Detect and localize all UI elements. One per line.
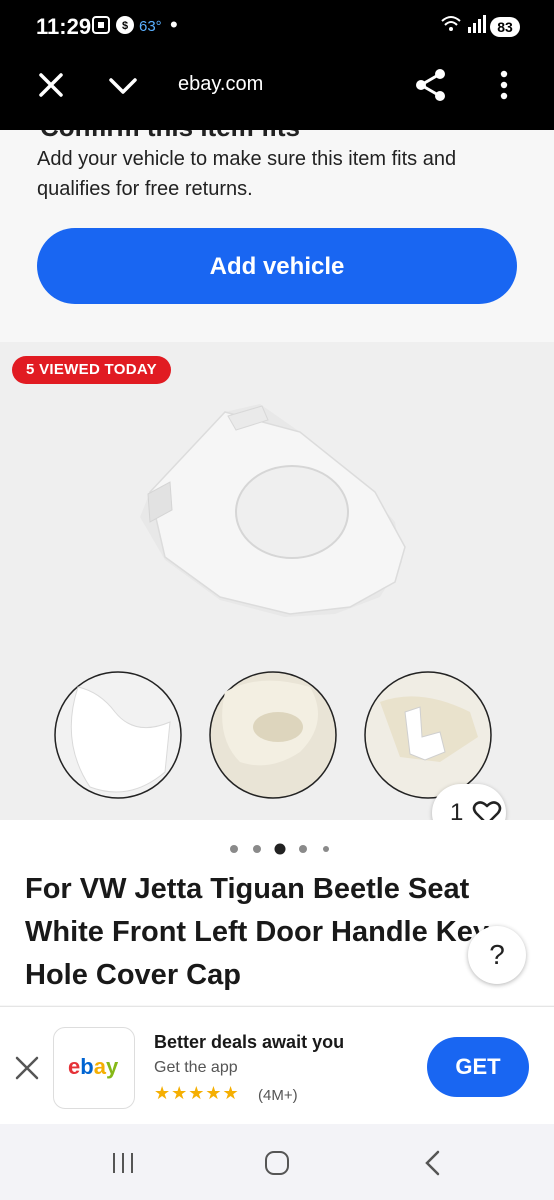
status-dot: •: [170, 12, 178, 37]
product-image-gallery[interactable]: 5 VIEWED TODAY 1: [0, 342, 554, 842]
share-icon[interactable]: [414, 68, 448, 102]
status-time: 11:29: [36, 14, 92, 39]
address-bar-url[interactable]: ebay.com: [178, 73, 263, 96]
signal-icons: [440, 14, 488, 39]
add-vehicle-button[interactable]: Add vehicle: [37, 228, 517, 304]
banner-headline: Better deals await you: [154, 1032, 345, 1052]
fitment-section: Confirm this item fits Add your vehicle …: [0, 130, 554, 340]
product-image[interactable]: [0, 342, 554, 820]
chevron-down-icon[interactable]: [108, 72, 138, 100]
status-temperature: 63°: [139, 18, 162, 35]
battery-indicator: 83: [490, 17, 520, 37]
pagination-dot[interactable]: [230, 845, 238, 853]
pagination-dot[interactable]: [323, 846, 329, 852]
product-title: For VW Jetta Tiguan Beetle Seat White Fr…: [25, 873, 489, 991]
status-notification-icons: $: [92, 14, 136, 41]
viewed-today-badge: 5 VIEWED TODAY: [12, 356, 171, 384]
home-icon[interactable]: [262, 1148, 292, 1178]
close-icon[interactable]: [36, 70, 66, 100]
recent-apps-icon[interactable]: [108, 1148, 138, 1178]
svg-text:$: $: [122, 20, 128, 32]
browser-topbar: 11:29 $ 63° • 83 ebay.com: [0, 0, 554, 130]
system-navigation-bar: [0, 1124, 554, 1200]
wifi-icon: [441, 15, 486, 33]
kebab-menu-icon[interactable]: [498, 70, 510, 100]
fitment-title: Confirm this item fits: [40, 130, 300, 143]
back-icon[interactable]: [418, 1148, 448, 1178]
ebay-logo-text: ebay: [68, 1054, 119, 1079]
get-app-button[interactable]: GET: [427, 1037, 529, 1097]
gallery-pagination-dots[interactable]: [228, 842, 338, 856]
close-icon[interactable]: [14, 1055, 40, 1081]
ebay-logo: ebay: [53, 1027, 135, 1109]
pagination-dot[interactable]: [274, 843, 286, 855]
banner-subtext: Get the app: [154, 1059, 238, 1076]
star-rating: ★★★★★: [154, 1083, 240, 1103]
pagination-dot[interactable]: [253, 845, 261, 853]
app-install-banner: ebay Better deals await you Get the app …: [0, 1006, 554, 1125]
pagination-dot[interactable]: [299, 845, 307, 853]
product-info: For VW Jetta Tiguan Beetle Seat White Fr…: [0, 820, 554, 1005]
screenshot-icon: $: [92, 16, 134, 34]
fitment-description: Add your vehicle to make sure this item …: [37, 148, 457, 200]
rating-count: (4M+): [258, 1087, 298, 1104]
help-button[interactable]: ?: [468, 926, 526, 984]
